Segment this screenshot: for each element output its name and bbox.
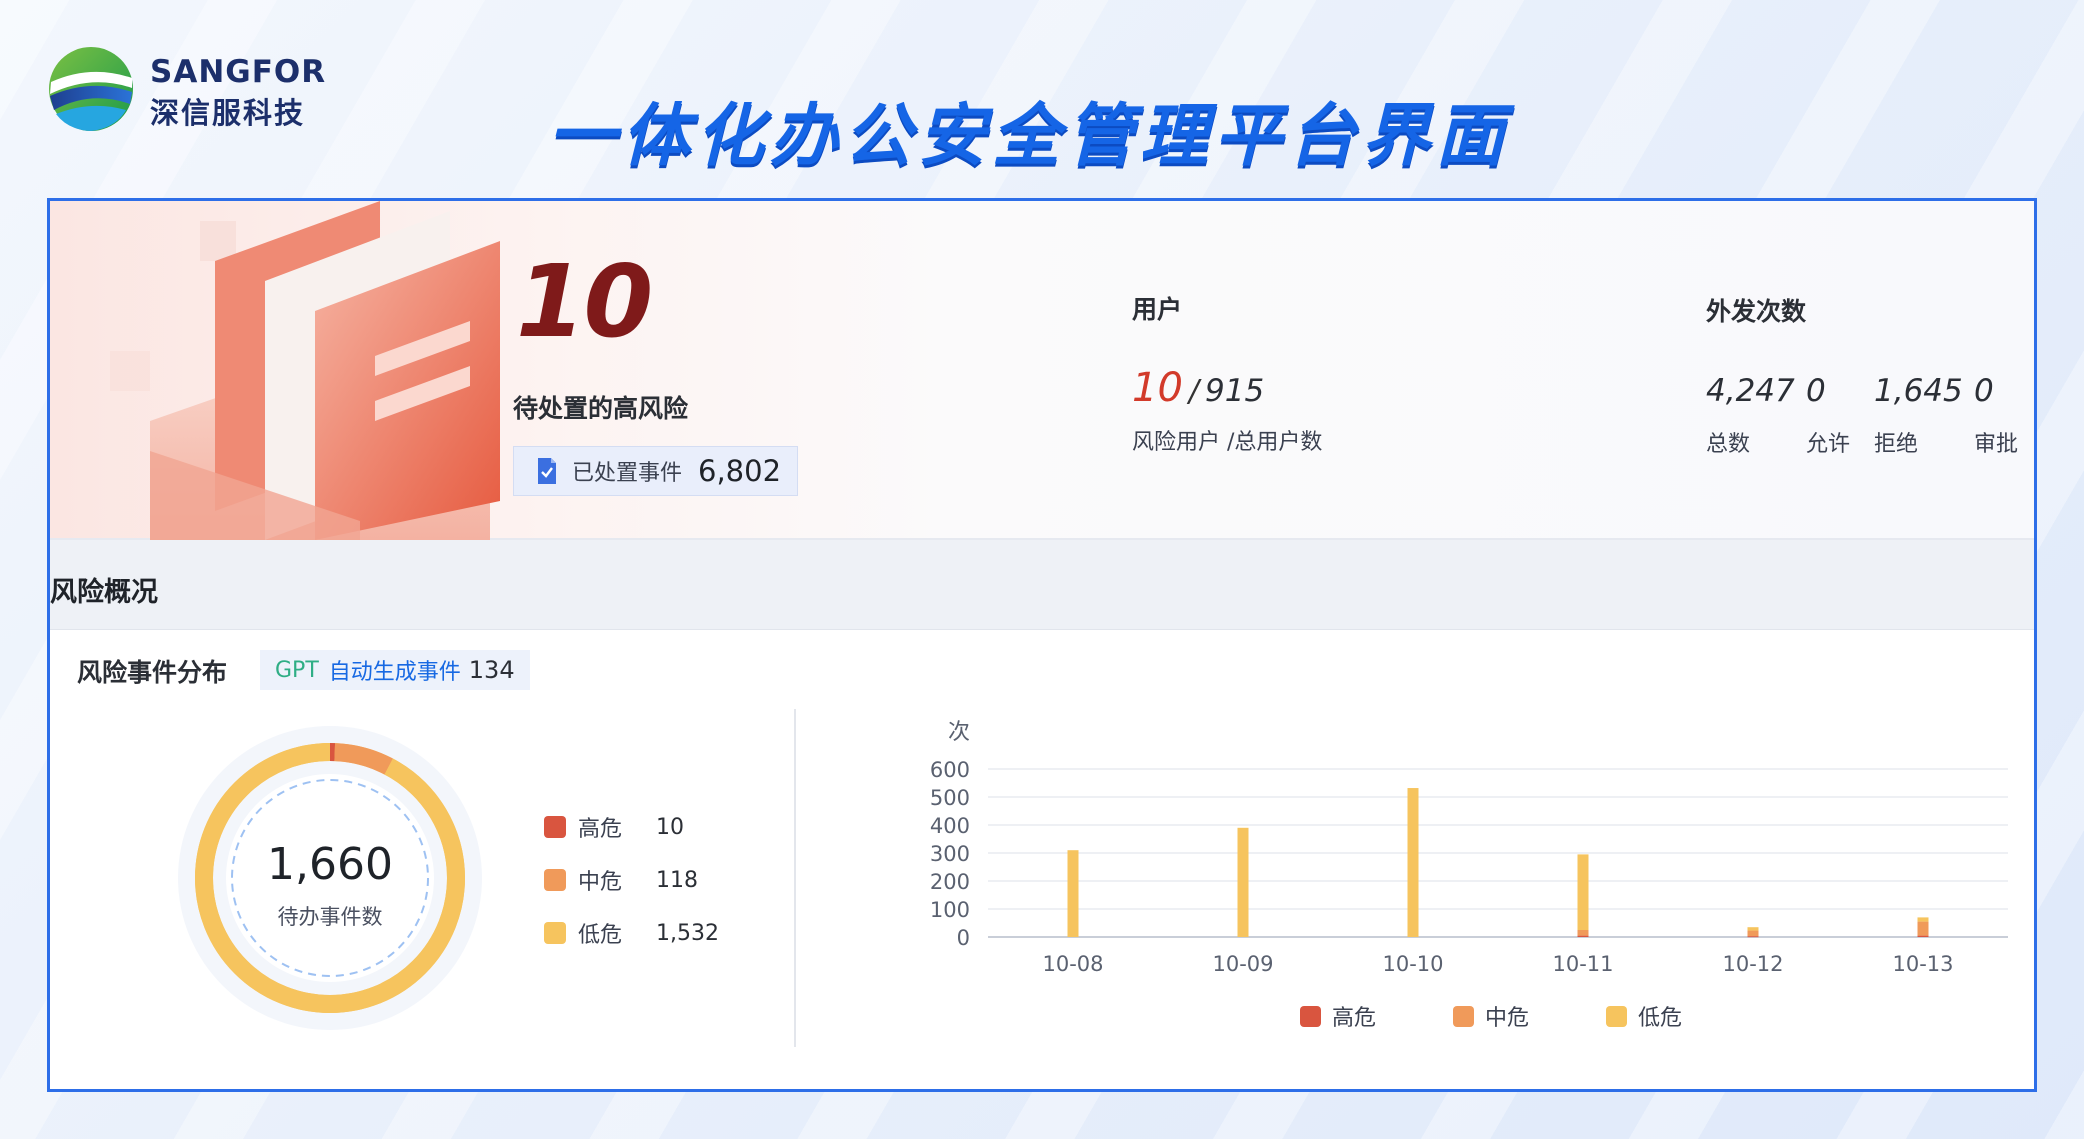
legend-high-risk[interactable]: 高危 10 xyxy=(544,812,684,842)
gpt-prefix: GPT xyxy=(275,657,319,683)
sangfor-globe-icon xyxy=(49,47,133,131)
chart-legend-swatch-1[interactable] xyxy=(1453,1006,1474,1027)
sangfor-logo: SANGFOR 深信服科技 xyxy=(46,44,325,134)
pending-high-risk-count: 10 xyxy=(516,243,653,360)
handled-events-label: 已处置事件 xyxy=(572,461,683,486)
x-tick-label: 10-10 xyxy=(1382,952,1443,976)
outbound-denied-value: 1,645 xyxy=(1874,373,1963,409)
medium-risk-swatch xyxy=(544,869,566,891)
total-users-count: 915 xyxy=(1205,373,1265,409)
outbound-total[interactable]: 4,247 总数 xyxy=(1706,373,1795,457)
outbound-allowed[interactable]: 0 允许 xyxy=(1806,373,1850,457)
y-axis-label: 次 xyxy=(948,720,970,745)
x-tick-label: 10-09 xyxy=(1212,952,1273,976)
outbound-allowed-value: 0 xyxy=(1806,373,1826,409)
summary-section: 10 待处置的高风险 已处置事件 6,802 用户 10/915 风险用户 /总… xyxy=(50,201,2034,540)
main-panel: 10 待处置的高风险 已处置事件 6,802 用户 10/915 风险用户 /总… xyxy=(47,198,2037,1092)
bar-10-12-2[interactable] xyxy=(1747,927,1759,931)
risk-overview-title: 风险概况 xyxy=(50,577,158,608)
bar-10-11-1[interactable] xyxy=(1577,930,1589,936)
chart-legend-label-2[interactable]: 低危 xyxy=(1638,1006,1682,1031)
gpt-count: 134 xyxy=(468,656,515,684)
donut-total-value: 1,660 xyxy=(267,839,393,890)
gpt-events-tag[interactable]: GPT 自动生成事件 134 xyxy=(260,650,530,690)
bar-10-13-2[interactable] xyxy=(1917,917,1929,922)
y-tick-label: 200 xyxy=(930,870,970,894)
risk-overview-header: 风险概况 xyxy=(50,540,2034,630)
x-tick-label: 10-12 xyxy=(1722,952,1783,976)
gpt-text: 自动生成事件 xyxy=(328,660,461,685)
outbound-allowed-label: 允许 xyxy=(1806,432,1851,457)
bar-10-09-2[interactable] xyxy=(1237,827,1249,937)
low-risk-name: 低危 xyxy=(578,923,623,948)
chart-legend-label-1[interactable]: 中危 xyxy=(1485,1006,1529,1031)
y-tick-label: 0 xyxy=(957,926,970,950)
pending-high-risk-label: 待处置的高风险 xyxy=(513,394,689,423)
users-separator: / xyxy=(1188,374,1200,409)
outbound-denied[interactable]: 1,645 拒绝 xyxy=(1874,373,1963,457)
low-risk-swatch xyxy=(544,922,566,944)
outbound-approval[interactable]: 0 审批 xyxy=(1974,373,2018,457)
bar-10-11-0[interactable] xyxy=(1577,935,1589,937)
y-tick-label: 300 xyxy=(930,842,970,866)
medium-risk-value: 118 xyxy=(656,867,698,893)
outbound-total-label: 总数 xyxy=(1706,432,1751,457)
donut-total-label: 待办事件数 xyxy=(277,905,383,929)
legend-low-risk[interactable]: 低危 1,532 xyxy=(544,918,719,948)
bar-10-11-2[interactable] xyxy=(1577,854,1589,930)
handled-events-badge[interactable]: 已处置事件 6,802 xyxy=(513,446,798,496)
medium-risk-name: 中危 xyxy=(578,870,623,895)
chart-legend-swatch-0[interactable] xyxy=(1300,1006,1321,1027)
y-tick-label: 100 xyxy=(930,898,970,922)
bar-10-12-1[interactable] xyxy=(1747,930,1759,937)
logo-chinese-name: 深信服科技 xyxy=(150,96,306,130)
bar-10-08-2[interactable] xyxy=(1067,850,1079,937)
bar-10-13-1[interactable] xyxy=(1917,921,1929,936)
chart-legend-swatch-2[interactable] xyxy=(1606,1006,1627,1027)
outbound-title: 外发次数 xyxy=(1706,297,1807,326)
y-tick-label: 600 xyxy=(930,758,970,782)
logo-english-name: SANGFOR xyxy=(150,54,327,90)
outbound-denied-label: 拒绝 xyxy=(1874,432,1919,457)
y-tick-label: 400 xyxy=(930,814,970,838)
high-risk-swatch xyxy=(544,816,566,838)
risk-trend-bar-chart: 次 0 100 200 300 400 500 600 10-08 10-09 10-10 10-11… xyxy=(930,720,2008,1031)
risk-users-count: 10 xyxy=(1132,365,1183,411)
users-title: 用户 xyxy=(1132,295,1183,324)
chart-legend-label-0[interactable]: 高危 xyxy=(1332,1006,1376,1031)
bar-10-12-0[interactable] xyxy=(1747,936,1759,938)
page-title: 一体化办公安全管理平台界面 xyxy=(548,97,1511,176)
x-tick-label: 10-13 xyxy=(1892,952,1953,976)
y-tick-label: 500 xyxy=(930,786,970,810)
high-risk-value: 10 xyxy=(656,814,684,840)
section-divider xyxy=(794,709,796,1047)
outbound-approval-label: 审批 xyxy=(1974,432,2019,457)
risk-illustration-icon xyxy=(110,201,500,540)
outbound-total-value: 4,247 xyxy=(1706,373,1795,409)
risk-distribution-title: 风险事件分布 xyxy=(77,658,228,687)
document-check-icon xyxy=(538,458,556,484)
low-risk-value: 1,532 xyxy=(656,920,719,946)
x-tick-label: 10-08 xyxy=(1042,952,1103,976)
x-tick-label: 10-11 xyxy=(1552,952,1613,976)
handled-events-value: 6,802 xyxy=(698,454,782,488)
high-risk-name: 高危 xyxy=(578,817,623,842)
bar-10-10-2[interactable] xyxy=(1407,788,1419,937)
bar-10-13-0[interactable] xyxy=(1917,935,1929,937)
users-subtitle: 风险用户 /总用户数 xyxy=(1132,430,1323,455)
users-value: 10/915 xyxy=(1132,365,1264,411)
outbound-approval-value: 0 xyxy=(1974,373,1994,409)
legend-medium-risk[interactable]: 中危 118 xyxy=(544,865,698,895)
